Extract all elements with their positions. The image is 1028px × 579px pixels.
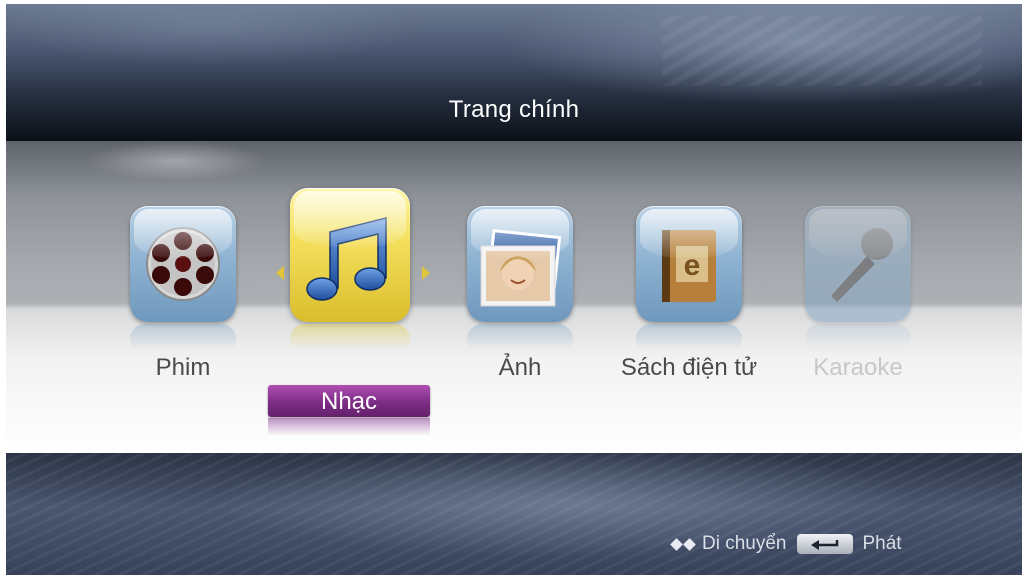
- film-reel-icon: [146, 227, 220, 301]
- arrow-left-icon: [276, 266, 284, 280]
- ebook-icon: e: [662, 230, 716, 302]
- menu-label-music: Nhạc: [268, 385, 430, 417]
- home-screen: Trang chính Phim Nhạc Ảnh e Sách điện tử…: [6, 4, 1022, 575]
- menu-label-ebooks: Sách điện tử: [620, 354, 758, 381]
- hint-move-label: Di chuyển: [702, 533, 787, 554]
- movies-tile[interactable]: [130, 206, 236, 322]
- microphone-icon: [831, 228, 893, 302]
- menu-label-karaoke: Karaoke: [813, 354, 903, 381]
- menu-label-movies: Phim: [155, 354, 211, 381]
- svg-text:e: e: [684, 249, 701, 282]
- right-arrow-icon: [683, 537, 696, 551]
- movies-reflection: [130, 324, 236, 354]
- photos-tile[interactable]: [467, 206, 573, 322]
- photos-reflection: [467, 324, 573, 354]
- left-arrow-icon: [670, 537, 683, 551]
- page-title: Trang chính: [448, 96, 580, 123]
- hint-play-label: Phát: [862, 533, 902, 554]
- karaoke-tile: [805, 206, 911, 322]
- photo-icon: [480, 229, 562, 307]
- music-note-icon: [306, 217, 387, 301]
- enter-key-icon: [796, 534, 853, 554]
- music-reflection: [290, 324, 410, 354]
- music-label-reflection: [268, 418, 430, 436]
- menu-label-photos: Ảnh: [498, 354, 542, 381]
- ebooks-reflection: [636, 324, 742, 354]
- karaoke-reflection: [805, 324, 911, 354]
- ebooks-tile[interactable]: e: [636, 206, 742, 322]
- music-tile[interactable]: [290, 188, 410, 322]
- arrow-right-icon: [422, 266, 430, 280]
- header-band: Trang chính: [6, 4, 1022, 141]
- navigation-hint: Di chuyển Phát: [670, 531, 902, 557]
